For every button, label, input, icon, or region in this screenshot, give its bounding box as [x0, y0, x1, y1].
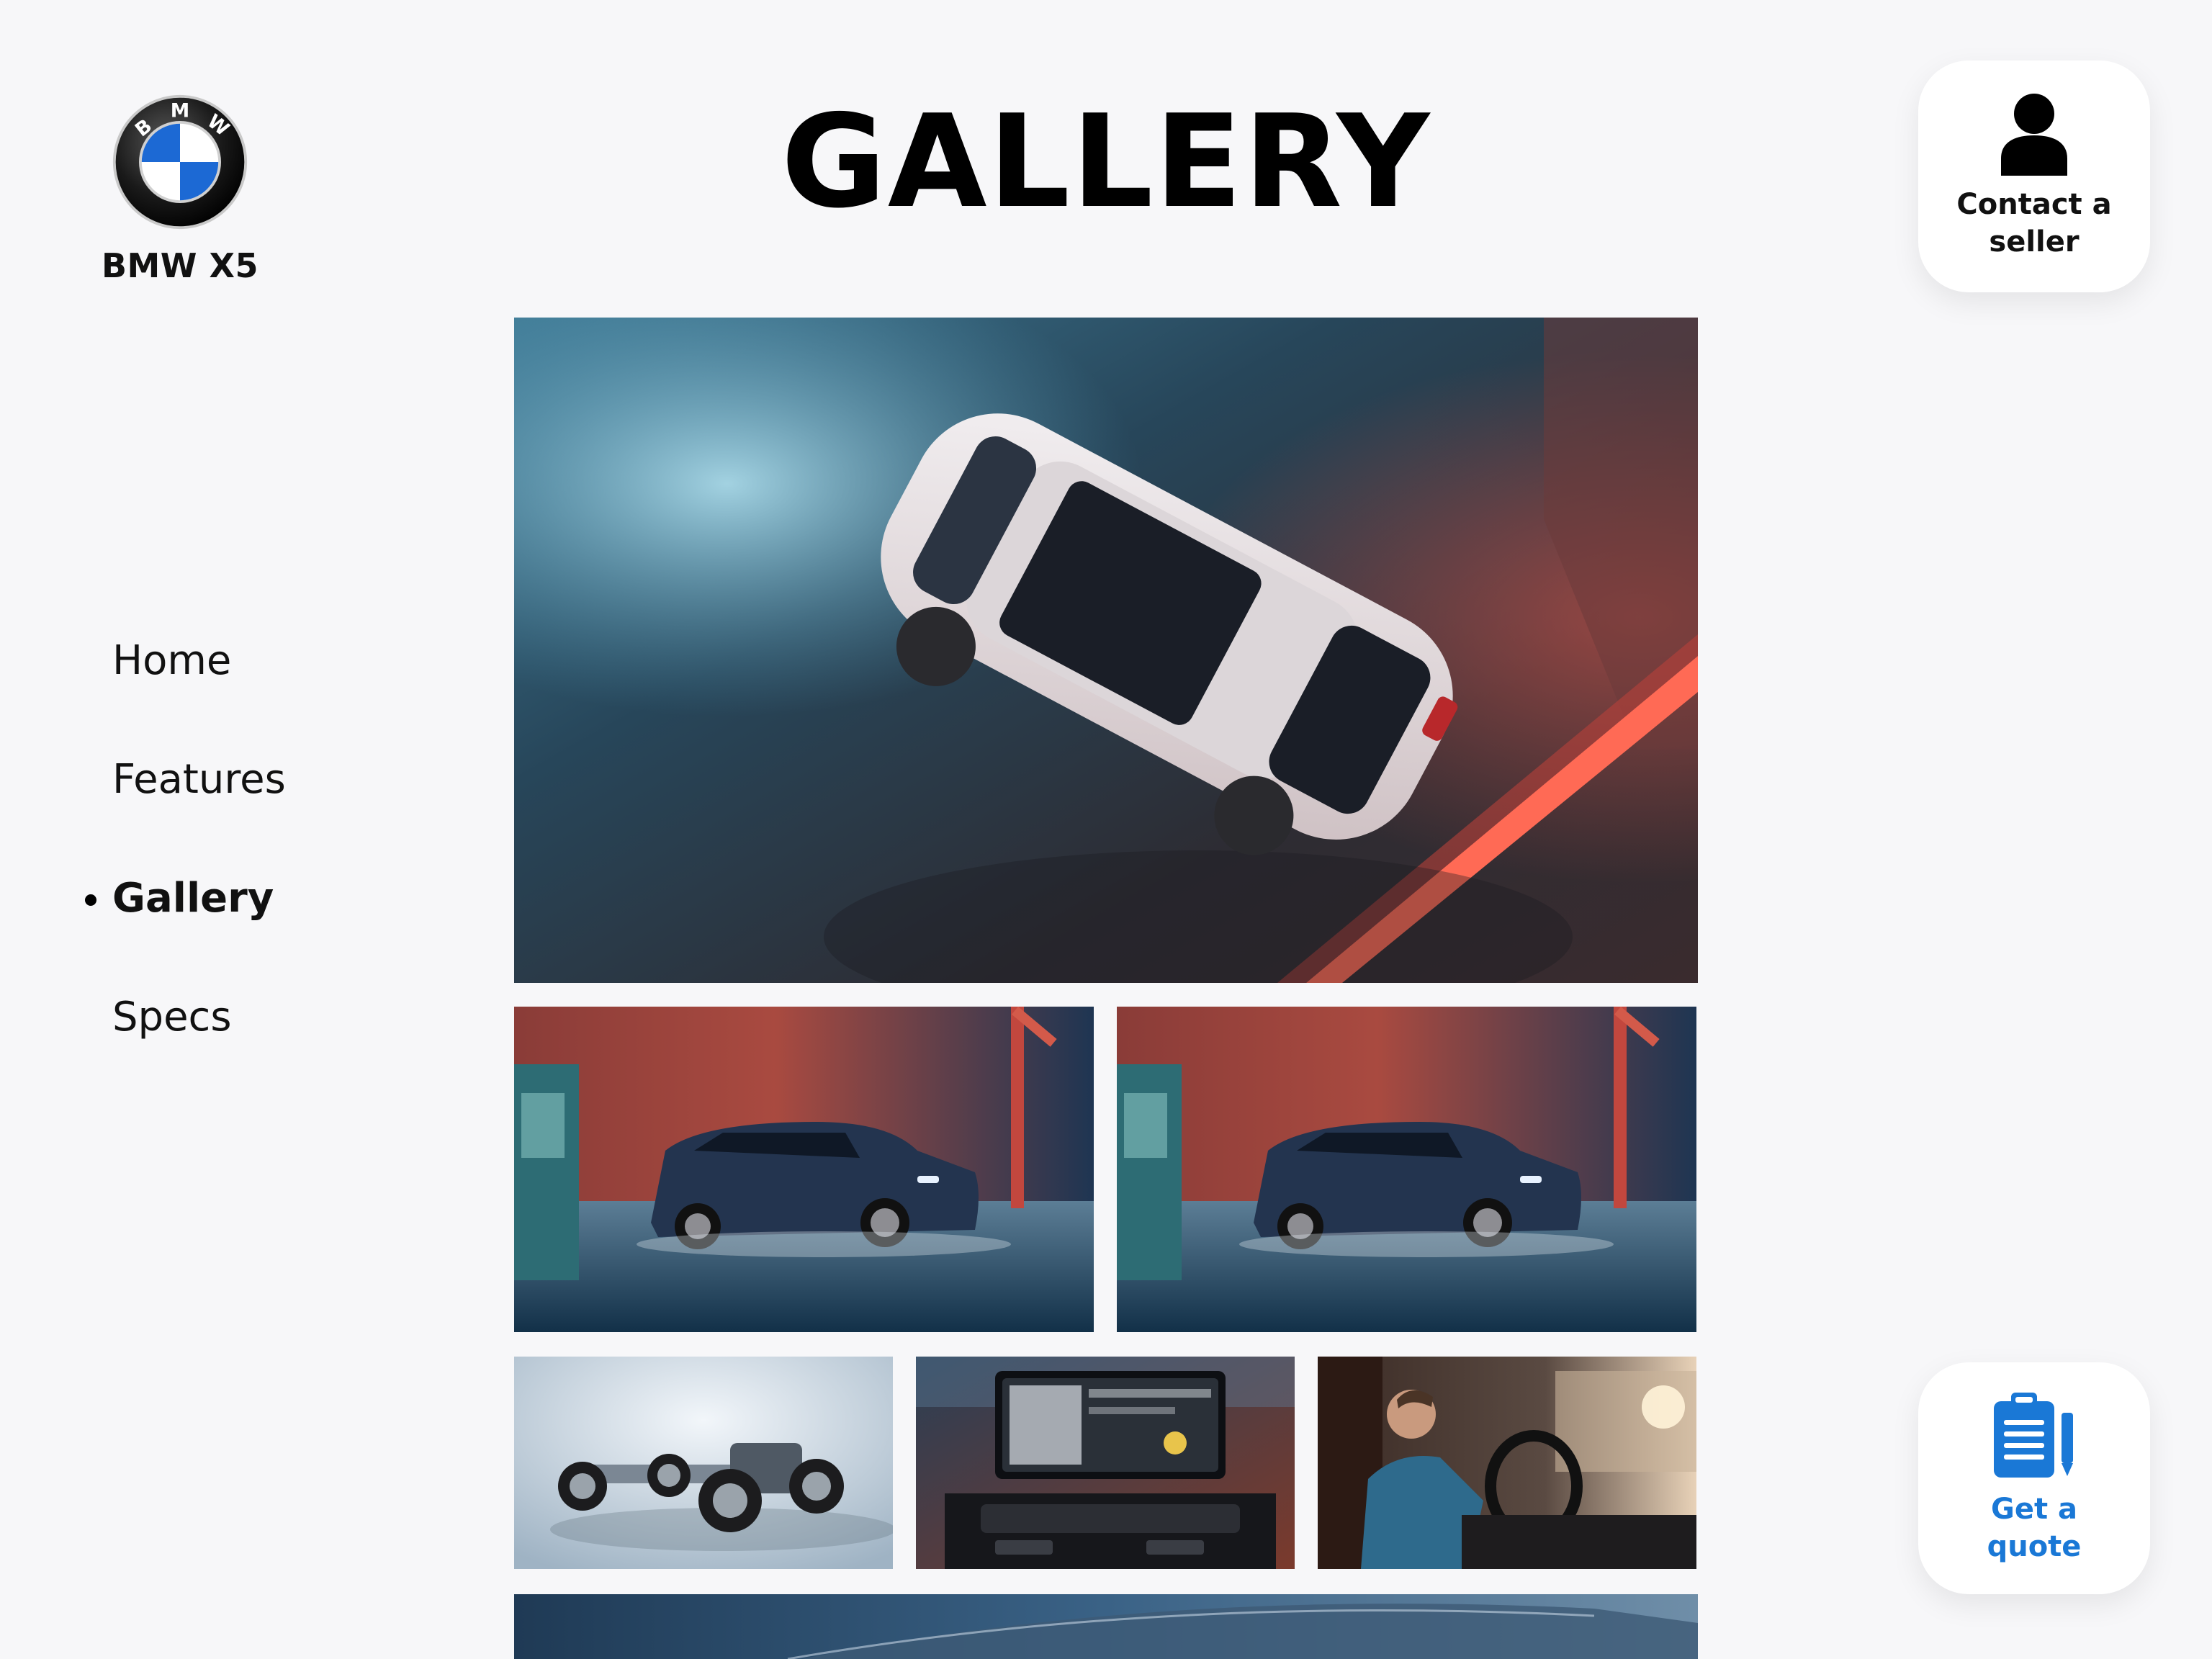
nav-item-label: Home — [112, 637, 232, 684]
nav-item-gallery[interactable]: Gallery — [85, 863, 286, 981]
contact-seller-label: Contact a seller — [1956, 188, 2112, 258]
blue-suv-gas-station-image — [1117, 1007, 1696, 1332]
page-title: GALLERY — [781, 87, 1431, 236]
aerial-suv-image — [514, 318, 1698, 983]
blue-suv-gas-station-image — [514, 1007, 1094, 1332]
nav-item-label: Specs — [112, 994, 232, 1040]
chassis-image — [514, 1357, 893, 1569]
gallery-image-hero[interactable] — [514, 318, 1698, 983]
gallery-image[interactable] — [514, 1007, 1094, 1332]
page: B M W BMW X5 GALLERY Home Features Galle… — [0, 0, 2212, 1659]
active-indicator-dot — [85, 894, 96, 906]
clipboard-pencil-icon — [1994, 1393, 2073, 1478]
nav-item-specs[interactable]: Specs — [112, 981, 286, 1100]
nav-item-features[interactable]: Features — [112, 744, 286, 863]
blue-car-detail-image — [514, 1594, 1698, 1659]
nav-item-home[interactable]: Home — [112, 625, 286, 744]
driver-interior-image — [1318, 1357, 1696, 1569]
contact-seller-button[interactable]: Contact a seller — [1918, 60, 2150, 292]
gallery-image[interactable] — [514, 1594, 1698, 1659]
get-quote-label: Get a quote — [1987, 1493, 2082, 1563]
sidebar-nav: Home Features Gallery Specs — [85, 625, 286, 1100]
gallery-image[interactable] — [1117, 1007, 1696, 1332]
gallery-image[interactable] — [1318, 1357, 1696, 1569]
person-icon — [2001, 94, 2067, 176]
nav-item-label: Gallery — [112, 875, 274, 922]
brand-name: BMW X5 — [101, 246, 259, 285]
gallery-image[interactable] — [916, 1357, 1295, 1569]
gallery-image[interactable] — [514, 1357, 893, 1569]
get-quote-button[interactable]: Get a quote — [1918, 1362, 2150, 1594]
nav-item-label: Features — [112, 756, 286, 803]
dashboard-screen-image — [916, 1357, 1295, 1569]
